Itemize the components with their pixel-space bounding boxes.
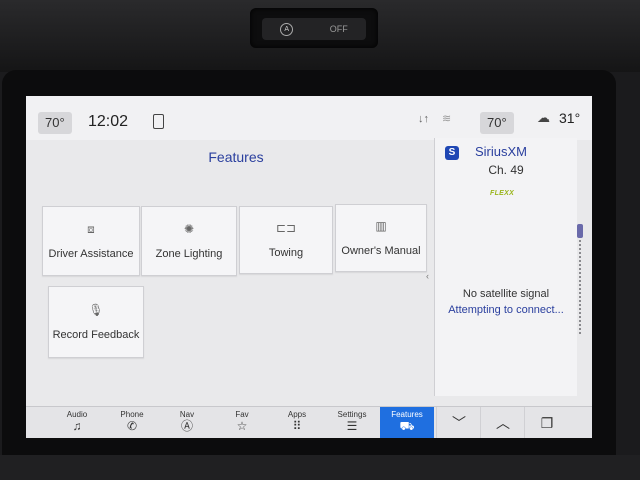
siriusxm-logo-icon: S bbox=[445, 146, 459, 160]
nav-favorites[interactable]: Fav ☆ bbox=[215, 407, 269, 438]
tile-record-feedback[interactable]: 🎙︎ Record Feedback bbox=[48, 286, 144, 358]
nav-label: Fav bbox=[235, 410, 249, 419]
star-icon: ☆ bbox=[236, 419, 248, 433]
tile-label: Record Feedback bbox=[52, 329, 140, 341]
weather-cloud-icon: ☁ bbox=[537, 110, 550, 125]
nav-scroll-up-button[interactable]: ︿ bbox=[480, 407, 525, 438]
nav-apps[interactable]: Apps ⠿ bbox=[270, 407, 324, 438]
chevron-up-icon: ︿ bbox=[496, 415, 510, 431]
sliders-icon: ☰ bbox=[346, 419, 358, 433]
scrollbar-track[interactable] bbox=[579, 224, 584, 334]
data-signal-icon: ↓↑ bbox=[418, 113, 429, 125]
truck-icon: ⛟ bbox=[399, 419, 415, 433]
tile-zone-lighting[interactable]: ✺ Zone Lighting bbox=[141, 206, 237, 276]
climate-off-label: OFF bbox=[329, 24, 348, 34]
windows-stack-icon: ❐ bbox=[540, 415, 554, 431]
nav-label: Settings bbox=[337, 410, 367, 419]
climate-auto-off-button[interactable]: A OFF bbox=[262, 18, 366, 40]
zone-lighting-icon: ✺ bbox=[183, 222, 195, 236]
app-switcher-button[interactable]: ❐ bbox=[524, 407, 569, 438]
tile-driver-assistance[interactable]: ⧈ Driver Assistance bbox=[42, 206, 140, 276]
outside-temperature: 31° bbox=[559, 110, 581, 126]
nav-scroll-down-button[interactable]: ﹀ bbox=[436, 407, 481, 438]
driver-assist-icon: ⧈ bbox=[87, 222, 95, 236]
tile-owners-manual[interactable]: ▥ Owner's Manual bbox=[335, 204, 427, 272]
page-title: Features bbox=[208, 149, 264, 165]
nav-label: Phone bbox=[120, 410, 144, 419]
status-bar: 70° 12:02 ↓↑ ≋ 70° ☁ 31° bbox=[26, 96, 592, 140]
bottom-nav-bar: Audio ♫ Phone ✆ Nav Ⓐ Fav ☆ Apps ⠿ Setti… bbox=[26, 406, 592, 438]
dashboard-bottom bbox=[0, 455, 640, 480]
apps-grid-icon: ⠿ bbox=[292, 419, 302, 433]
phone-icon: ✆ bbox=[126, 419, 138, 433]
nav-features[interactable]: Features ⛟ bbox=[380, 407, 434, 438]
infotainment-screen: 70° 12:02 ↓↑ ≋ 70° ☁ 31° Features ⧈ Driv… bbox=[26, 96, 592, 438]
trailer-icon: ⊏⊐ bbox=[275, 221, 297, 235]
channel-number: Ch. 49 bbox=[488, 163, 524, 177]
navigation-icon: Ⓐ bbox=[180, 419, 193, 433]
media-side-panel[interactable]: S SiriusXM Ch. 49 FLEXX No satellite sig… bbox=[434, 138, 577, 396]
nav-phone[interactable]: Phone ✆ bbox=[105, 407, 159, 438]
scrollbar-thumb[interactable] bbox=[577, 224, 583, 238]
chevron-down-icon: ﹀ bbox=[452, 415, 466, 431]
microphone-icon: 🎙︎ bbox=[88, 303, 104, 317]
tile-towing[interactable]: ⊏⊐ Towing bbox=[239, 206, 333, 274]
book-icon: ▥ bbox=[375, 219, 387, 233]
passenger-temp-button[interactable]: 70° bbox=[480, 112, 514, 134]
nav-audio[interactable]: Audio ♫ bbox=[50, 407, 104, 438]
auto-climate-icon: A bbox=[280, 22, 294, 36]
channel-logo: FLEXX bbox=[490, 190, 515, 197]
phone-connection-icon bbox=[153, 114, 164, 129]
tile-label: Towing bbox=[268, 247, 304, 259]
tile-label: Zone Lighting bbox=[155, 248, 223, 260]
nav-label: Nav bbox=[179, 410, 195, 419]
nav-label: Apps bbox=[287, 410, 307, 419]
media-source: SiriusXM bbox=[475, 144, 528, 159]
connection-status: Attempting to connect... bbox=[448, 304, 564, 316]
nav-label: Features bbox=[391, 410, 423, 419]
nav-navigation[interactable]: Nav Ⓐ bbox=[160, 407, 214, 438]
tile-label: Driver Assistance bbox=[48, 248, 134, 260]
wifi-icon: ≋ bbox=[442, 113, 452, 125]
nav-label: Audio bbox=[66, 410, 88, 419]
panel-collapse-handle[interactable]: ‹ bbox=[426, 271, 429, 281]
nav-settings[interactable]: Settings ☰ bbox=[325, 407, 379, 438]
clock: 12:02 bbox=[88, 113, 129, 130]
driver-temp-button[interactable]: 70° bbox=[38, 112, 72, 134]
music-note-icon: ♫ bbox=[72, 419, 82, 433]
signal-message: No satellite signal bbox=[462, 288, 550, 300]
tile-label: Owner's Manual bbox=[341, 245, 421, 257]
